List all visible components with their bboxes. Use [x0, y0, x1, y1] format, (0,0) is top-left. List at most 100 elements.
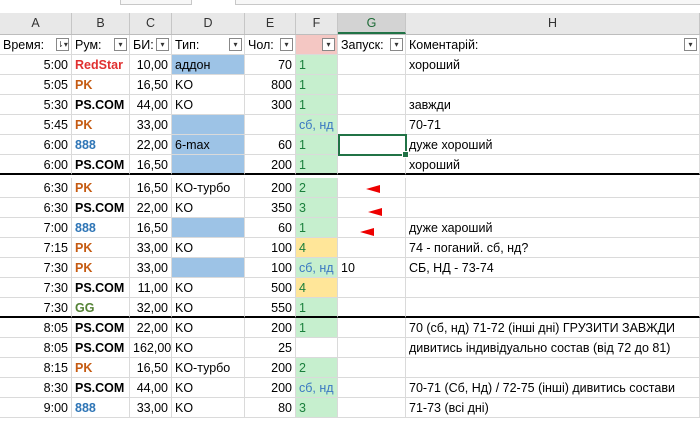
- column-header-a[interactable]: A: [0, 13, 72, 34]
- cell-type[interactable]: [172, 258, 245, 278]
- cell-start[interactable]: [338, 378, 406, 398]
- cell-room[interactable]: PS.COM: [72, 318, 130, 338]
- cell-f[interactable]: 1: [296, 318, 338, 338]
- cell-buyin[interactable]: 16,50: [130, 178, 172, 198]
- cell-f[interactable]: 1: [296, 95, 338, 115]
- filter-dropdown-icon[interactable]: ▾: [280, 38, 293, 51]
- filter-dropdown-icon[interactable]: ▾: [322, 38, 335, 51]
- cell-players[interactable]: 25: [245, 338, 296, 358]
- cell-buyin[interactable]: 22,00: [130, 135, 172, 155]
- column-header-e[interactable]: E: [245, 13, 296, 34]
- cell-players[interactable]: 200: [245, 358, 296, 378]
- cell-type[interactable]: KO: [172, 278, 245, 298]
- column-header-c[interactable]: C: [130, 13, 172, 34]
- cell-room[interactable]: PS.COM: [72, 155, 130, 175]
- cell-comment[interactable]: [406, 358, 700, 378]
- cell-f[interactable]: 1: [296, 55, 338, 75]
- cell-type[interactable]: KO: [172, 298, 245, 318]
- cell-f[interactable]: 4: [296, 278, 338, 298]
- cell-buyin[interactable]: 10,00: [130, 55, 172, 75]
- cell-type[interactable]: KO-турбо: [172, 358, 245, 378]
- cell-type[interactable]: KO: [172, 75, 245, 95]
- cell-buyin[interactable]: 22,00: [130, 318, 172, 338]
- cell-buyin[interactable]: 32,00: [130, 298, 172, 318]
- cell-comment[interactable]: завжди: [406, 95, 700, 115]
- cell-players[interactable]: 100: [245, 238, 296, 258]
- cell-f[interactable]: 4: [296, 238, 338, 258]
- filter-dropdown-icon[interactable]: ▾: [156, 38, 169, 51]
- cell-time[interactable]: 6:30: [0, 198, 72, 218]
- cell-start[interactable]: [338, 155, 406, 175]
- cell-time[interactable]: 8:15: [0, 358, 72, 378]
- cell-comment[interactable]: 70 (сб, нд) 71-72 (інші дні) ГРУЗИТИ ЗАВ…: [406, 318, 700, 338]
- cell-f[interactable]: 1: [296, 155, 338, 175]
- cell-room[interactable]: PK: [72, 358, 130, 378]
- cell-start[interactable]: [338, 75, 406, 95]
- cell-room[interactable]: PS.COM: [72, 278, 130, 298]
- cell-f[interactable]: [296, 338, 338, 358]
- cell-players[interactable]: 200: [245, 178, 296, 198]
- cell-time[interactable]: 5:05: [0, 75, 72, 95]
- cell-room[interactable]: PS.COM: [72, 95, 130, 115]
- cell-start[interactable]: [338, 358, 406, 378]
- cell-comment[interactable]: 71-73 (всі дні): [406, 398, 700, 418]
- cell-buyin[interactable]: 11,00: [130, 278, 172, 298]
- filter-dropdown-icon[interactable]: ▾: [390, 38, 403, 51]
- cell-comment[interactable]: дивитись індивідуально состав (від 72 до…: [406, 338, 700, 358]
- cell-players[interactable]: 350: [245, 198, 296, 218]
- cell-players[interactable]: 70: [245, 55, 296, 75]
- cell-comment[interactable]: хороший: [406, 155, 700, 175]
- cell-start[interactable]: [338, 298, 406, 318]
- cell-start[interactable]: [338, 55, 406, 75]
- cell-time[interactable]: 9:00: [0, 398, 72, 418]
- cell-start[interactable]: 10: [338, 258, 406, 278]
- cell-time[interactable]: 7:15: [0, 238, 72, 258]
- cell-time[interactable]: 5:00: [0, 55, 72, 75]
- cell-type[interactable]: [172, 218, 245, 238]
- cell-type[interactable]: KO: [172, 378, 245, 398]
- cell-type[interactable]: KO: [172, 398, 245, 418]
- cell-room[interactable]: PK: [72, 238, 130, 258]
- cell-buyin[interactable]: 44,00: [130, 95, 172, 115]
- cell-time[interactable]: 7:30: [0, 298, 72, 318]
- cell-comment[interactable]: [406, 278, 700, 298]
- cell-room[interactable]: PS.COM: [72, 198, 130, 218]
- cell-f[interactable]: 3: [296, 398, 338, 418]
- cell-time[interactable]: 8:30: [0, 378, 72, 398]
- cell-time[interactable]: 8:05: [0, 318, 72, 338]
- cell-type[interactable]: [172, 155, 245, 175]
- cell-type[interactable]: KO-турбо: [172, 178, 245, 198]
- cell-type[interactable]: 6-max: [172, 135, 245, 155]
- cell-room[interactable]: 888: [72, 218, 130, 238]
- cell-buyin[interactable]: 162,00: [130, 338, 172, 358]
- cell-buyin[interactable]: 22,00: [130, 198, 172, 218]
- cell-f[interactable]: 2: [296, 178, 338, 198]
- cell-type[interactable]: [172, 115, 245, 135]
- cell-f[interactable]: 1: [296, 75, 338, 95]
- column-header-d[interactable]: D: [172, 13, 245, 34]
- cell-f[interactable]: 1: [296, 218, 338, 238]
- cell-comment[interactable]: [406, 75, 700, 95]
- cell-f[interactable]: 1: [296, 298, 338, 318]
- cell-type[interactable]: KO: [172, 318, 245, 338]
- cell-start[interactable]: [338, 135, 406, 155]
- cell-comment[interactable]: хороший: [406, 55, 700, 75]
- cell-buyin[interactable]: 16,50: [130, 218, 172, 238]
- cell-time[interactable]: 8:05: [0, 338, 72, 358]
- cell-type[interactable]: KO: [172, 338, 245, 358]
- cell-start[interactable]: [338, 338, 406, 358]
- cell-time[interactable]: 6:00: [0, 155, 72, 175]
- cell-comment[interactable]: [406, 198, 700, 218]
- cell-start[interactable]: [338, 278, 406, 298]
- cell-comment[interactable]: [406, 298, 700, 318]
- cell-players[interactable]: 80: [245, 398, 296, 418]
- cell-f[interactable]: 3: [296, 198, 338, 218]
- cell-type[interactable]: аддон: [172, 55, 245, 75]
- cell-players[interactable]: [245, 115, 296, 135]
- cell-players[interactable]: 60: [245, 135, 296, 155]
- cell-f[interactable]: сб, нд: [296, 258, 338, 278]
- cell-comment[interactable]: 70-71 (Сб, Нд) / 72-75 (інші) дивитись с…: [406, 378, 700, 398]
- cell-room[interactable]: RedStar: [72, 55, 130, 75]
- cell-room[interactable]: PK: [72, 258, 130, 278]
- cell-comment[interactable]: [406, 178, 700, 198]
